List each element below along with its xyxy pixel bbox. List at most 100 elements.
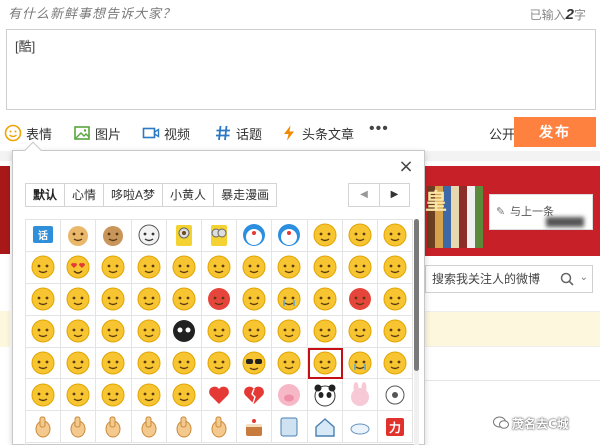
- emoji-cell[interactable]: [201, 220, 238, 252]
- emoji-cell[interactable]: [131, 220, 167, 252]
- emoji-scrollbar[interactable]: [414, 219, 419, 445]
- emoji-cell[interactable]: [131, 283, 167, 316]
- emoji-cell[interactable]: [272, 283, 308, 316]
- emoji-cell[interactable]: [237, 251, 273, 284]
- emoji-cell[interactable]: [377, 315, 413, 348]
- emoji-cell[interactable]: [96, 315, 132, 348]
- emoji-cell[interactable]: [307, 283, 343, 316]
- emoji-cell[interactable]: [96, 379, 132, 412]
- emoji-cell[interactable]: [96, 220, 132, 252]
- emoji-cell[interactable]: [237, 283, 273, 316]
- emoji-cell[interactable]: [131, 251, 167, 284]
- emoji-cell[interactable]: [307, 251, 343, 284]
- emoji-cell[interactable]: [166, 315, 202, 348]
- emoji-cell[interactable]: [61, 251, 97, 284]
- article-button[interactable]: 头条文章: [280, 122, 354, 144]
- emoji-cell[interactable]: [96, 251, 132, 284]
- emoji-cell[interactable]: [342, 379, 378, 412]
- emoji-cell[interactable]: [237, 411, 273, 444]
- tab-rage-comics[interactable]: 暴走漫画: [214, 184, 277, 206]
- emoji-cell[interactable]: [26, 347, 62, 380]
- emoji-cell[interactable]: [166, 283, 202, 316]
- emoji-button[interactable]: 表情: [4, 122, 52, 144]
- emoji-cell[interactable]: [342, 220, 378, 252]
- emoji-cell[interactable]: [342, 347, 378, 380]
- emoji-cell[interactable]: [237, 220, 273, 252]
- emoji-cell[interactable]: [61, 379, 97, 412]
- emoji-cell[interactable]: [272, 411, 308, 444]
- emoji-cell[interactable]: [272, 251, 308, 284]
- topic-button[interactable]: 话题: [214, 122, 262, 144]
- emoji-cell[interactable]: 力: [377, 411, 413, 444]
- emoji-cell[interactable]: [96, 283, 132, 316]
- emoji-cell[interactable]: [96, 411, 132, 444]
- video-button[interactable]: 视频: [142, 122, 190, 144]
- emoji-cell[interactable]: [201, 347, 238, 380]
- emoji-cell[interactable]: [26, 411, 62, 444]
- emoji-cell[interactable]: [26, 379, 62, 412]
- emoji-cell[interactable]: [377, 220, 413, 252]
- emoji-cell[interactable]: [307, 315, 343, 348]
- emoji-cell[interactable]: [61, 220, 97, 252]
- emoji-cell[interactable]: [272, 347, 308, 380]
- emoji-cell[interactable]: [342, 251, 378, 284]
- emoji-cell[interactable]: [307, 220, 343, 252]
- emoji-cell[interactable]: [26, 251, 62, 284]
- emoji-cell[interactable]: [342, 411, 378, 444]
- emoji-cell[interactable]: [131, 411, 167, 444]
- tab-mood[interactable]: 心情: [65, 184, 105, 206]
- chevron-down-icon[interactable]: ⌄: [580, 272, 588, 283]
- emoji-cell[interactable]: [61, 283, 97, 316]
- follow-search-input[interactable]: 搜索我关注人的微博 ⌄: [425, 265, 593, 293]
- emoji-cell[interactable]: [26, 283, 62, 316]
- emoji-cell[interactable]: [166, 379, 202, 412]
- emoji-cell[interactable]: [96, 347, 132, 380]
- emoji-cell[interactable]: 话: [26, 220, 62, 252]
- emoji-cell[interactable]: [272, 220, 308, 252]
- emoji-cell[interactable]: [131, 347, 167, 380]
- emoji-cell[interactable]: [377, 347, 413, 380]
- emoji-cell[interactable]: [237, 315, 273, 348]
- emoji-cell[interactable]: [166, 220, 202, 252]
- more-button[interactable]: •••: [369, 118, 389, 140]
- image-button[interactable]: 图片: [73, 122, 121, 144]
- emoji-cell[interactable]: [166, 251, 202, 284]
- emoji-cell[interactable]: [201, 251, 238, 284]
- money-icon: [172, 351, 196, 375]
- pager-next-button[interactable]: ▶: [379, 184, 409, 206]
- emoji-cell[interactable]: [61, 315, 97, 348]
- emoji-cell[interactable]: [342, 283, 378, 316]
- emoji-cell[interactable]: [201, 315, 238, 348]
- emoji-cell[interactable]: [377, 283, 413, 316]
- emoji-cell[interactable]: [237, 347, 273, 380]
- emoji-cell[interactable]: [131, 379, 167, 412]
- emoji-cell[interactable]: [307, 379, 343, 412]
- scrollbar-thumb[interactable]: [414, 219, 419, 371]
- tab-minions[interactable]: 小黄人: [163, 184, 215, 206]
- tab-doraemon[interactable]: 哆啦A梦: [104, 184, 164, 206]
- emoji-cell[interactable]: [26, 315, 62, 348]
- emoji-cell[interactable]: [272, 379, 308, 412]
- emoji-cell[interactable]: [307, 347, 343, 380]
- emoji-cell[interactable]: [61, 347, 97, 380]
- search-icon[interactable]: [560, 272, 574, 286]
- emoji-cell[interactable]: [201, 411, 238, 444]
- emoji-cell[interactable]: [272, 315, 308, 348]
- publish-button[interactable]: 发布: [514, 117, 596, 147]
- emoji-cell[interactable]: [377, 251, 413, 284]
- post-textarea[interactable]: [酷]: [6, 29, 596, 110]
- emoji-cell[interactable]: [307, 411, 343, 444]
- emoji-cell[interactable]: [342, 315, 378, 348]
- emoji-cell[interactable]: [201, 379, 238, 412]
- tab-default[interactable]: 默认: [26, 184, 66, 206]
- pager-prev-button[interactable]: ◀: [349, 184, 379, 206]
- promo-banner[interactable]: 皇 与上一条: [425, 166, 600, 256]
- close-icon[interactable]: ×: [398, 158, 414, 176]
- emoji-cell[interactable]: [131, 315, 167, 348]
- emoji-cell[interactable]: [377, 379, 413, 412]
- emoji-cell[interactable]: [61, 411, 97, 444]
- emoji-cell[interactable]: [237, 379, 273, 412]
- emoji-cell[interactable]: [166, 347, 202, 380]
- emoji-cell[interactable]: [201, 283, 238, 316]
- emoji-cell[interactable]: [166, 411, 202, 444]
